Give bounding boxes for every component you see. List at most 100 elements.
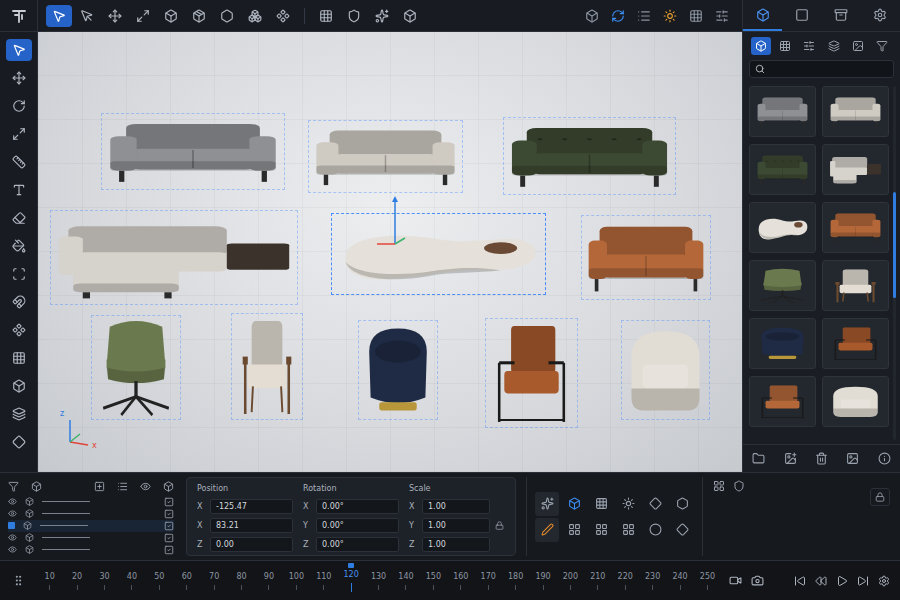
tool-button[interactable]: [397, 5, 423, 27]
scrollbar[interactable]: [893, 86, 896, 440]
timeline-tick[interactable]: 130: [365, 561, 392, 600]
value-field[interactable]: 1.00: [422, 499, 490, 514]
tool-button[interactable]: [6, 403, 32, 425]
tool-button[interactable]: [6, 207, 32, 229]
grid-tool[interactable]: [562, 492, 586, 516]
timeline-tick[interactable]: 120: [337, 561, 364, 600]
asset-card[interactable]: [749, 260, 816, 311]
filter-button[interactable]: [848, 37, 868, 55]
list-icon[interactable]: [117, 481, 128, 492]
tool-button[interactable]: [158, 5, 184, 27]
add-icon[interactable]: [94, 481, 105, 492]
eye-icon[interactable]: [8, 509, 17, 518]
asset-card[interactable]: [822, 144, 889, 195]
asset-card[interactable]: [822, 318, 889, 369]
skip-forward-icon[interactable]: [857, 575, 869, 587]
logo-icon[interactable]: [10, 7, 28, 25]
checkbox-icon[interactable]: [164, 497, 174, 507]
eye-icon[interactable]: [8, 545, 17, 554]
furniture-object[interactable]: [621, 320, 710, 420]
grid-tool[interactable]: [643, 492, 667, 516]
image-icon[interactable]: [846, 452, 859, 465]
tool-button[interactable]: [270, 5, 296, 27]
playhead[interactable]: [348, 563, 354, 568]
cube-icon[interactable]: [163, 481, 174, 492]
tool-button[interactable]: [341, 5, 367, 27]
filter-button[interactable]: [872, 37, 892, 55]
view-button[interactable]: [658, 5, 682, 27]
tool-button[interactable]: [6, 95, 32, 117]
tool-button[interactable]: [369, 5, 395, 27]
timeline-tick[interactable]: 240: [666, 561, 693, 600]
tool-button[interactable]: [74, 5, 100, 27]
furniture-object[interactable]: [331, 213, 546, 295]
layer-row[interactable]: [8, 544, 174, 556]
timeline-tick[interactable]: 140: [392, 561, 419, 600]
filter-button[interactable]: [751, 37, 771, 55]
layer-row[interactable]: [8, 508, 174, 520]
view-button[interactable]: [606, 5, 630, 27]
tool-button[interactable]: [6, 179, 32, 201]
timeline-tick[interactable]: 80: [228, 561, 255, 600]
logo[interactable]: [0, 0, 37, 32]
grid-tool[interactable]: [589, 518, 613, 542]
tool-button[interactable]: [6, 39, 32, 61]
gear-icon[interactable]: [878, 575, 890, 587]
timeline-tick[interactable]: 30: [91, 561, 118, 600]
checkbox-icon[interactable]: [164, 509, 174, 519]
timeline-tick[interactable]: 250: [694, 561, 721, 600]
asset-card[interactable]: [822, 202, 889, 253]
tool-button[interactable]: [313, 5, 339, 27]
furniture-object[interactable]: [101, 113, 285, 190]
layer-row[interactable]: [8, 520, 174, 532]
furniture-object[interactable]: [50, 210, 298, 305]
asset-card[interactable]: [822, 86, 889, 137]
asset-card[interactable]: [749, 144, 816, 195]
timeline-tick[interactable]: 90: [255, 561, 282, 600]
library-tab[interactable]: [861, 0, 900, 31]
checkbox-icon[interactable]: [164, 533, 174, 543]
eye-icon[interactable]: [8, 497, 17, 506]
grid-tool[interactable]: [670, 492, 694, 516]
layer-row[interactable]: [8, 532, 174, 544]
trash-icon[interactable]: [815, 452, 828, 465]
asset-card[interactable]: [749, 376, 816, 427]
library-tab[interactable]: [782, 0, 821, 31]
tool-button[interactable]: [6, 291, 32, 313]
value-field[interactable]: 1.00: [422, 518, 490, 533]
furniture-object[interactable]: [581, 215, 711, 300]
tool-button[interactable]: [214, 5, 240, 27]
filter-button[interactable]: [824, 37, 844, 55]
tool-button[interactable]: [102, 5, 128, 27]
grid-tool[interactable]: [535, 518, 559, 542]
timeline-handle[interactable]: [0, 574, 36, 587]
grid-tool[interactable]: [643, 518, 667, 542]
tool-button[interactable]: [242, 5, 268, 27]
filter-icon[interactable]: [8, 481, 19, 492]
asset-card[interactable]: [749, 318, 816, 369]
lock-button[interactable]: [870, 488, 890, 506]
timeline-tick[interactable]: 220: [612, 561, 639, 600]
library-tab[interactable]: [822, 0, 861, 31]
camera-icon[interactable]: [751, 574, 764, 587]
folder-icon[interactable]: [752, 452, 765, 465]
value-field[interactable]: 83.21: [210, 518, 293, 533]
tool-button[interactable]: [6, 347, 32, 369]
lock-icon[interactable]: [495, 521, 504, 530]
asset-card[interactable]: [749, 86, 816, 137]
tool-button[interactable]: [130, 5, 156, 27]
tool-button[interactable]: [6, 151, 32, 173]
eye-icon[interactable]: [140, 481, 151, 492]
grid-tool[interactable]: [535, 492, 559, 516]
image-plus-icon[interactable]: [784, 452, 797, 465]
checkbox-icon[interactable]: [164, 545, 174, 555]
grid-tool[interactable]: [616, 492, 640, 516]
timeline-tick[interactable]: 70: [200, 561, 227, 600]
timeline-tick[interactable]: 210: [584, 561, 611, 600]
asset-card[interactable]: [822, 260, 889, 311]
timeline-tick[interactable]: 200: [557, 561, 584, 600]
value-field[interactable]: 0.00°: [316, 537, 399, 552]
asset-card[interactable]: [822, 376, 889, 427]
layout-icon[interactable]: [713, 480, 725, 492]
checkbox-icon[interactable]: [164, 521, 174, 531]
